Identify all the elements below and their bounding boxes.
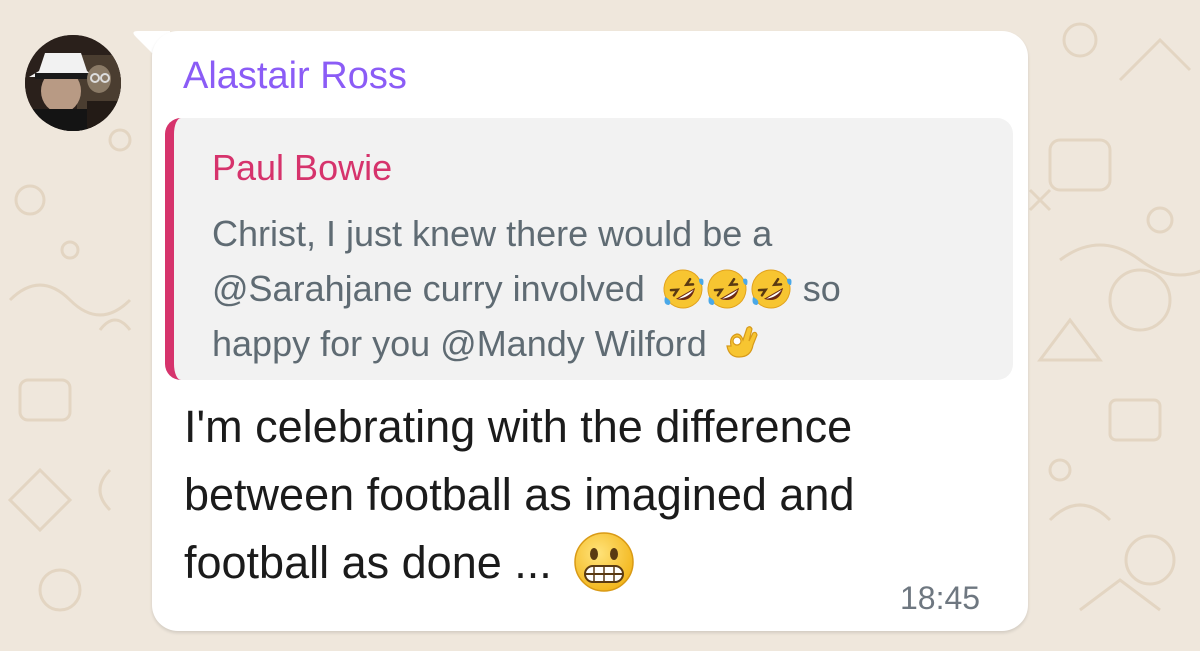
quoted-author: Paul Bowie [212, 147, 393, 188]
rolling-laughing-emoji [661, 267, 705, 311]
quoted-line-3-text: happy for you @Mandy Wilford [212, 323, 707, 364]
message-text: I'm celebrating with the difference betw… [184, 393, 1004, 598]
message-line-2: between football as imagined and [184, 469, 855, 520]
quoted-message[interactable]: Paul Bowie Christ, I just knew there wou… [165, 118, 1013, 380]
message-line-3: football as done ... [184, 529, 1004, 598]
rolling-laughing-emoji [705, 267, 749, 311]
message-line-1: I'm celebrating with the difference [184, 401, 853, 452]
quoted-line-1: Christ, I just knew there would be a [212, 213, 773, 254]
message-line-3-text: football as done ... [184, 537, 552, 588]
grimacing-face-emoji [572, 530, 636, 594]
quoted-text: Christ, I just knew there would be a @Sa… [212, 206, 1012, 371]
quoted-line-2: @Sarahjane curry involved so [212, 261, 1012, 316]
quoted-line-2-text: @Sarahjane curry involved [212, 268, 645, 309]
message-timestamp: 18:45 [900, 580, 981, 616]
ok-hand-emoji [721, 324, 761, 364]
sender-name[interactable]: Alastair Ross [183, 52, 407, 100]
sender-avatar[interactable] [25, 35, 121, 131]
quoted-line-2-end: so [802, 268, 841, 309]
quoted-line-3: happy for you @Mandy Wilford [212, 316, 1012, 371]
rolling-laughing-emoji [749, 267, 793, 311]
